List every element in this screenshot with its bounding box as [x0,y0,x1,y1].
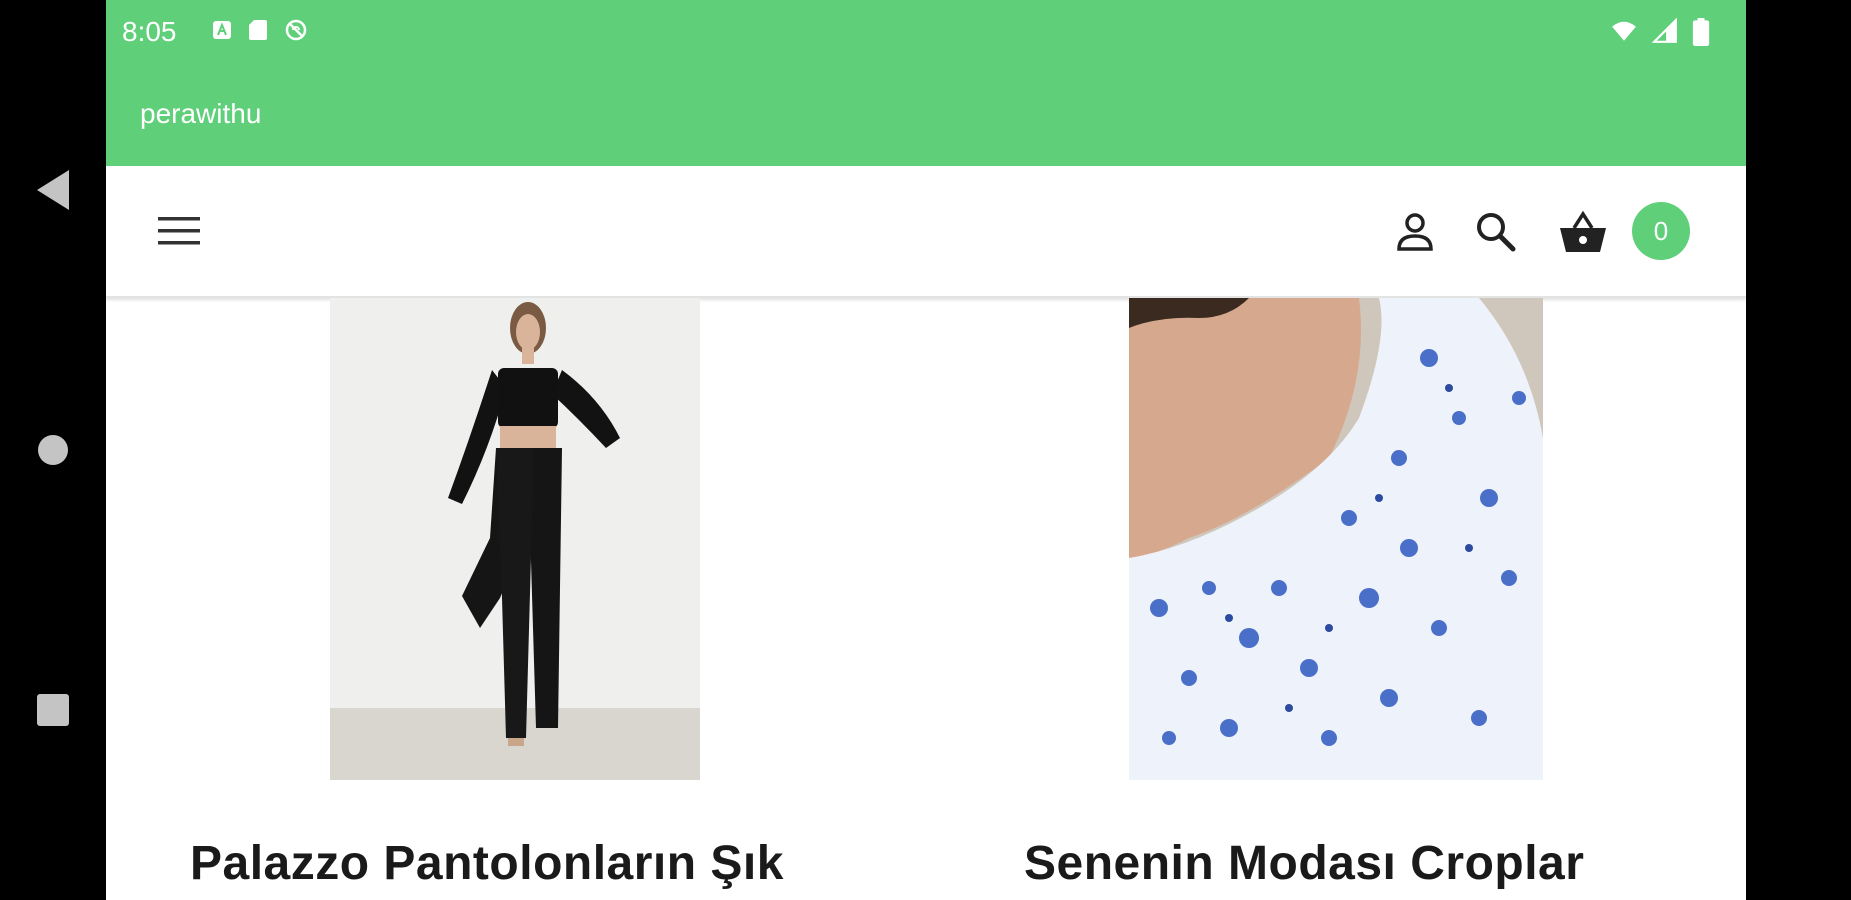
blue-floral-crop-top-photo [1129,298,1543,780]
home-button[interactable] [0,410,106,490]
basket-icon[interactable] [1558,210,1608,254]
woman-in-black-outfit-photo [330,298,700,780]
app-window: 8:05 perawithu 0 Palazzo Pantolonların Ş… [106,0,1746,900]
status-bar: 8:05 [106,0,1746,62]
status-time: 8:05 [122,16,177,47]
battery-icon [1692,18,1710,46]
product-title[interactable]: Palazzo Pantolonların Şık [190,836,784,891]
site-header: 0 [106,166,1746,298]
menu-icon[interactable] [158,214,200,248]
search-icon[interactable] [1474,210,1516,252]
system-navigation-bar [0,0,106,900]
cart-count-badge[interactable]: 0 [1632,202,1690,260]
app-title: perawithu [140,98,262,129]
app-a-icon [213,21,231,39]
sync-disabled-icon [285,19,307,41]
recents-icon [37,694,69,726]
product-image[interactable] [1129,298,1543,780]
recents-button[interactable] [0,670,106,750]
screen-edge [1746,0,1851,900]
user-icon[interactable] [1394,210,1436,252]
product-image[interactable] [330,298,700,780]
back-button[interactable] [0,150,106,230]
sd-card-icon [249,20,267,40]
product-title[interactable]: Senenin Modası Croplar [1024,836,1584,891]
home-icon [38,435,68,465]
wifi-icon [1612,21,1636,41]
app-title-bar: perawithu [106,62,1746,166]
back-icon [37,170,69,210]
signal-icon [1652,18,1677,43]
